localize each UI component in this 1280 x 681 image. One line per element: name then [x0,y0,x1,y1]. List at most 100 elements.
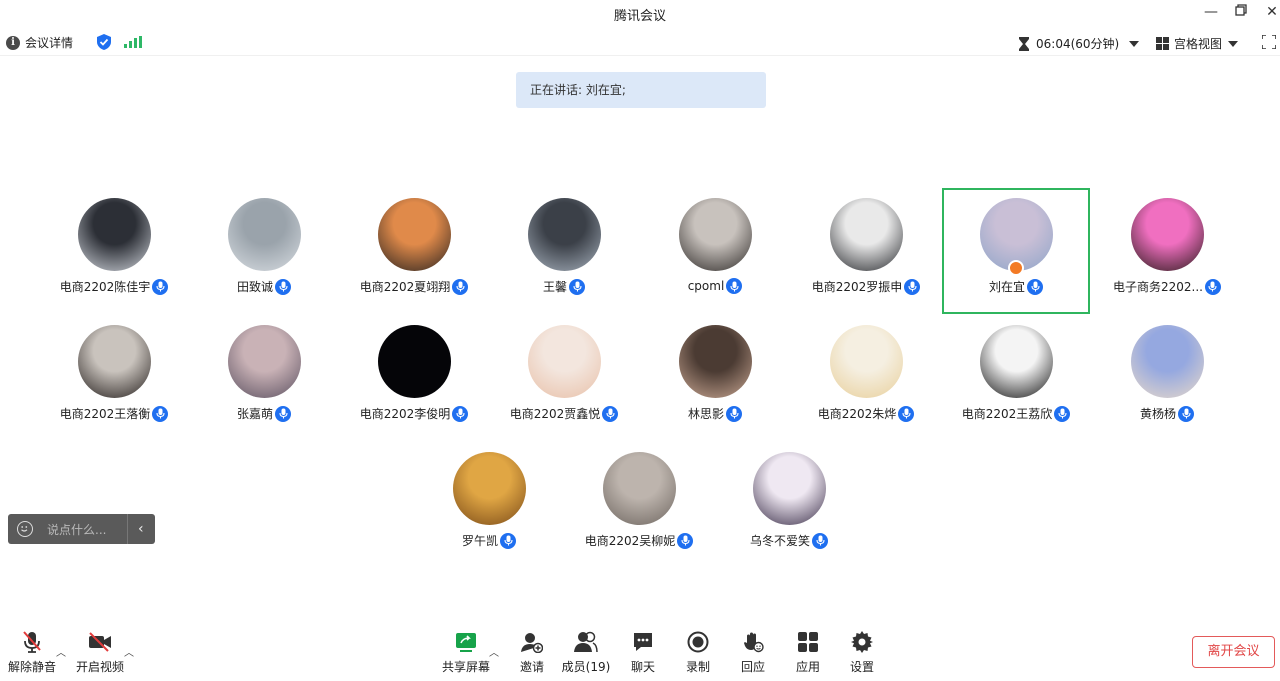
participant-name: cpoml [687,279,725,293]
fullscreen-icon[interactable] [1261,34,1277,53]
network-signal-icon[interactable] [124,36,142,48]
participant-tile[interactable]: 刘在宜 [942,188,1090,314]
participant-tile[interactable]: 电商2202王荔欣 [942,315,1090,441]
microphone-icon [500,532,516,549]
avatar[interactable] [378,325,451,398]
view-mode-button[interactable]: 宫格视图 [1156,35,1239,52]
participant-tile[interactable]: 电商2202李俊明 [340,315,488,441]
chat-quick-input[interactable]: 说点什么... ‹ [8,514,155,544]
participant-tile[interactable]: 张嘉萌 [190,315,338,441]
emoji-icon[interactable] [17,521,33,537]
microphone-icon [452,278,469,295]
avatar[interactable] [830,325,903,398]
participant-tile[interactable]: 电商2202罗振申 [792,188,940,314]
share-options-chevron-up-icon[interactable]: ︿ [489,644,499,659]
participant-name: 电商2202王荔欣 [961,407,1053,421]
unmute-button[interactable]: 解除静音 [2,630,62,675]
avatar[interactable] [603,452,676,525]
start-video-button[interactable]: 开启视频 [70,630,130,675]
participant-name-row: 电商2202李俊明 [340,405,488,422]
restore-icon [1235,4,1247,16]
chat-label: 聊天 [630,660,655,674]
participant-name-row: 电商2202王荔欣 [942,405,1090,422]
avatar[interactable] [679,198,752,271]
participant-name-row: 黄杨杨 [1093,405,1241,422]
minimize-button[interactable]: — [1200,2,1222,22]
participant-tile[interactable]: 罗午凯 [415,442,563,568]
participant-tile[interactable]: 电商2202夏翊翔 [340,188,488,314]
participant-tile[interactable]: 电商2202贾鑫悦 [490,315,638,441]
participant-tile[interactable]: 黄杨杨 [1093,315,1241,441]
participant-tile[interactable]: cpoml [641,188,789,314]
reactions-button[interactable]: 回应 [723,630,783,675]
invite-button[interactable]: 邀请 [502,630,562,675]
participant-name-row: 电商2202夏翊翔 [340,278,488,295]
participant-name-row: 电子商务2202... [1093,278,1241,295]
avatar[interactable] [453,452,526,525]
avatar[interactable] [830,198,903,271]
settings-label: 设置 [849,660,874,674]
participant-tile[interactable]: 林思影 [641,315,789,441]
reactions-label: 回应 [740,660,765,674]
avatar[interactable] [228,325,301,398]
avatar[interactable] [980,325,1053,398]
participant-name-row: 电商2202王落衡 [40,405,188,422]
video-options-chevron-up-icon[interactable]: ︿ [124,644,134,659]
participant-name-row: 电商2202吴柳妮 [565,532,713,549]
microphone-icon [569,278,585,295]
participant-name: 电商2202陈佳宇 [59,280,151,294]
microphone-icon [152,278,169,295]
grid-view-icon [1156,37,1169,50]
chat-button[interactable]: 聊天 [613,630,673,675]
avatar[interactable] [378,198,451,271]
avatar[interactable] [753,452,826,525]
avatar[interactable] [679,325,752,398]
security-shield-icon[interactable] [97,34,111,54]
participant-name: 电商2202李俊明 [359,407,451,421]
avatar[interactable] [1131,198,1204,271]
members-label: 成员(19) [561,660,611,674]
chevron-down-icon [1228,40,1239,47]
restore-button[interactable] [1230,2,1252,22]
chevron-left-icon[interactable]: ‹ [138,521,144,537]
gear-icon [850,630,874,654]
timer-text: 06:04(60分钟) [1036,37,1120,51]
participant-tile[interactable]: 电商2202朱烨 [792,315,940,441]
meeting-timer[interactable]: 06:04(60分钟) [1018,35,1140,52]
participant-name: 乌冬不爱笑 [749,534,810,548]
chat-icon [631,630,655,654]
participant-name-row: 刘在宜 [942,278,1090,295]
avatar[interactable] [1131,325,1204,398]
avatar[interactable] [528,325,601,398]
participant-name-row: cpoml [641,278,789,294]
participant-name-row: 罗午凯 [415,532,563,549]
participant-name: 罗午凯 [461,534,498,548]
avatar[interactable] [228,198,301,271]
participant-tile[interactable]: 电商2202吴柳妮 [565,442,713,568]
participant-tile[interactable]: 乌冬不爱笑 [715,442,863,568]
unmute-label: 解除静音 [7,660,56,674]
participant-tile[interactable]: 电商2202陈佳宇 [40,188,188,314]
record-button[interactable]: 录制 [668,630,728,675]
participant-name: 刘在宜 [988,280,1025,294]
participant-name: 电商2202王落衡 [59,407,151,421]
view-mode-label: 宫格视图 [1174,37,1223,51]
participant-tile[interactable]: 电子商务2202... [1093,188,1241,314]
avatar[interactable] [78,325,151,398]
meeting-info-button[interactable]: i 会议详情 [6,34,73,51]
audio-options-chevron-up-icon[interactable]: ︿ [56,644,66,659]
participant-tile[interactable]: 王馨 [490,188,638,314]
participant-tile[interactable]: 电商2202王落衡 [40,315,188,441]
close-button[interactable]: ✕ [1261,2,1280,22]
participant-name: 电商2202吴柳妮 [584,534,676,548]
share-screen-button[interactable]: 共享屏幕 [436,630,496,675]
members-button[interactable]: 成员(19) [556,630,616,675]
leave-meeting-button[interactable]: 离开会议 [1192,636,1275,668]
avatar[interactable] [528,198,601,271]
participant-tile[interactable]: 田致诚 [190,188,338,314]
settings-button[interactable]: 设置 [832,630,892,675]
avatar[interactable] [78,198,151,271]
apps-button[interactable]: 应用 [778,630,838,675]
chat-placeholder[interactable]: 说点什么... [47,521,119,538]
participant-name: 电商2202夏翊翔 [359,280,451,294]
